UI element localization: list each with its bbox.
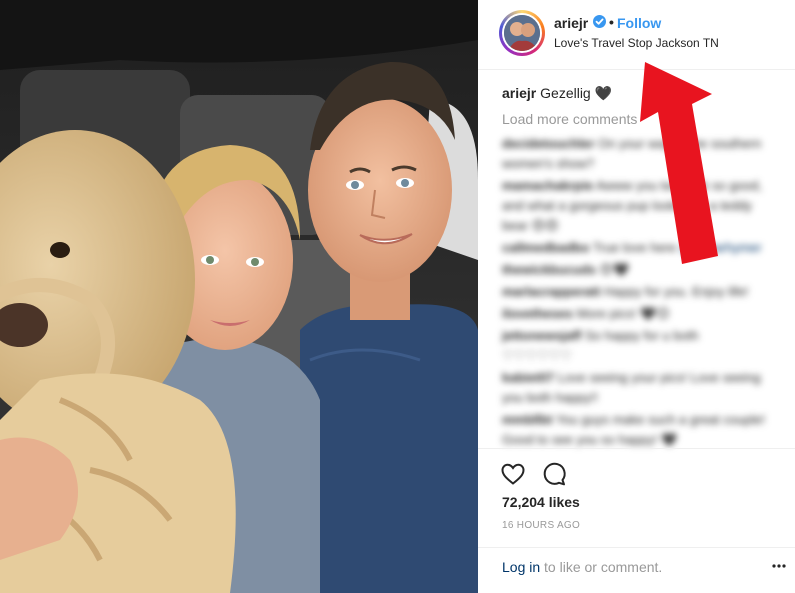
comment-mention[interactable]: @guitarhymer bbox=[680, 240, 762, 255]
heart-icon[interactable] bbox=[500, 461, 526, 487]
comment-text: More pics! 🖤😊 bbox=[576, 306, 670, 321]
verified-badge-icon bbox=[593, 15, 606, 28]
post-header: ariejr • Follow Love's Travel Stop Jacks… bbox=[478, 0, 795, 70]
comment-item: callmedbadbo True love here @guitarhymer bbox=[502, 238, 772, 258]
comment-login-bar: Log in to like or comment. bbox=[478, 547, 795, 589]
login-link[interactable]: Log in bbox=[502, 559, 540, 575]
comment-item: jettonewsjaff So happy for u both ♡♡♡♡♡♡ bbox=[502, 326, 772, 366]
comment-item: ilovetheses More pics! 🖤😊 bbox=[502, 304, 772, 324]
comment-username[interactable]: mmbllbt bbox=[502, 412, 553, 427]
comment-username[interactable]: jettonewsjaff bbox=[502, 328, 581, 343]
blurred-comments: decidetouchler On your way to the southe… bbox=[502, 134, 772, 450]
post-username[interactable]: ariejr bbox=[554, 15, 588, 31]
comment-username[interactable]: mamachakrpie bbox=[502, 178, 593, 193]
avatar-image bbox=[504, 15, 540, 51]
location-link[interactable]: Love's Travel Stop Jackson TN bbox=[554, 36, 719, 50]
caption-username[interactable]: ariejr bbox=[502, 85, 536, 101]
avatar[interactable] bbox=[502, 13, 542, 53]
header-separator: • bbox=[609, 14, 614, 30]
comment-item: kabiet07 Love seeing your pics! Love see… bbox=[502, 368, 772, 408]
login-suffix: to like or comment. bbox=[540, 559, 663, 575]
selfie-image bbox=[0, 0, 478, 593]
comment-text: 😍🖤 bbox=[599, 262, 630, 277]
post-photo[interactable] bbox=[0, 0, 478, 593]
comment-item: marlacrapperatt Happy for you. Enjoy lif… bbox=[502, 282, 772, 302]
comment-text: True love here bbox=[592, 240, 677, 255]
comment-item: mamachakrpie Awww you two look so good, … bbox=[502, 176, 772, 236]
comment-username[interactable]: kabiet07 bbox=[502, 370, 554, 385]
comment-username[interactable]: callmedbadbo bbox=[502, 240, 589, 255]
comment-username[interactable]: marlacrapperatt bbox=[502, 284, 600, 299]
comment-bubble-icon[interactable] bbox=[541, 461, 567, 487]
comment-username[interactable]: ilovetheses bbox=[502, 306, 573, 321]
comment-item: mmbllbt You guys make such a great coupl… bbox=[502, 410, 772, 450]
comments-list: ariejr Gezellig 🖤 Load more comments dec… bbox=[502, 84, 772, 452]
login-prompt: Log in to like or comment. bbox=[502, 559, 662, 575]
post-actions: 72,204 likes 16 HOURS AGO Log in to like… bbox=[478, 448, 795, 588]
post-side-panel: ariejr • Follow Love's Travel Stop Jacks… bbox=[478, 0, 795, 593]
follow-button[interactable]: Follow bbox=[617, 15, 661, 31]
post-timestamp: 16 HOURS AGO bbox=[502, 520, 581, 531]
comment-text: Happy for you. Enjoy life! bbox=[603, 284, 749, 299]
likes-count[interactable]: 72,204 likes bbox=[502, 494, 580, 510]
comment-username[interactable]: decidetouchler bbox=[502, 136, 594, 151]
more-options-icon[interactable] bbox=[771, 558, 787, 574]
post-caption: ariejr Gezellig 🖤 bbox=[502, 84, 772, 102]
story-ring[interactable] bbox=[499, 10, 545, 56]
comment-username[interactable]: thewickbucuds bbox=[502, 262, 596, 277]
comment-item: thewickbucuds 😍🖤 bbox=[502, 260, 772, 280]
caption-text: Gezellig 🖤 bbox=[536, 85, 613, 101]
load-more-comments-button[interactable]: Load more comments bbox=[502, 110, 772, 128]
comment-item: decidetouchler On your way to the southe… bbox=[502, 134, 772, 174]
